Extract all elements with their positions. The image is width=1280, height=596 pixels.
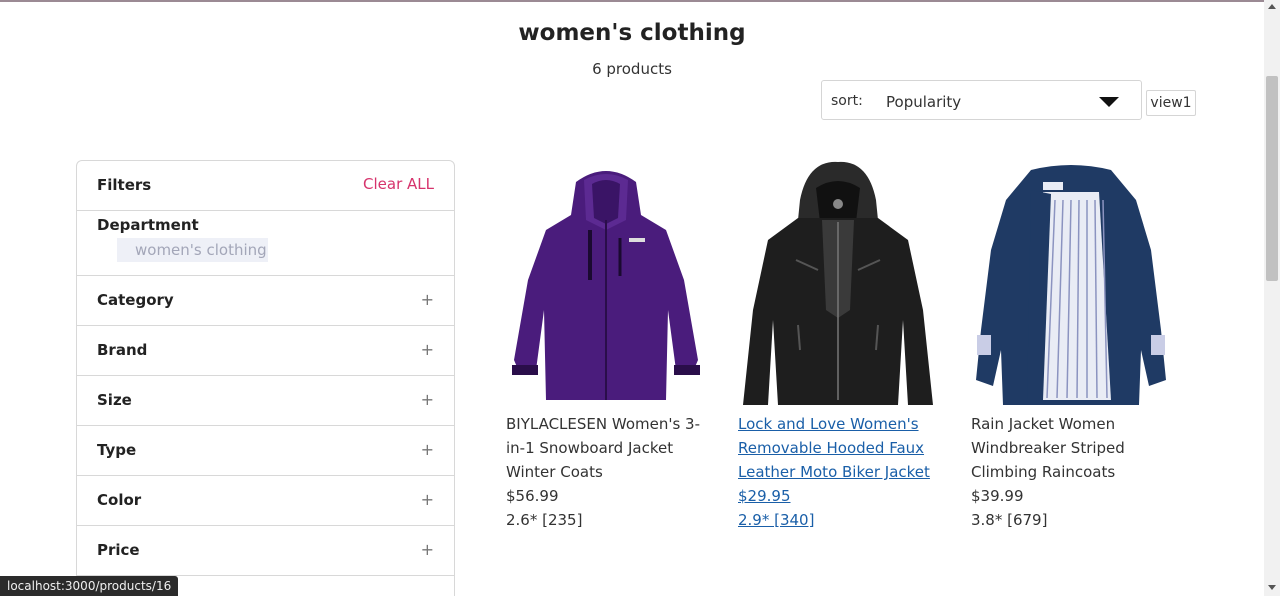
plus-icon[interactable]: + [421,540,434,559]
plus-icon[interactable]: + [421,440,434,459]
filter-size[interactable]: Size + [77,376,454,426]
scroll-thumb[interactable] [1266,76,1278,281]
filter-type[interactable]: Type + [77,426,454,476]
filter-price[interactable]: Price + [77,526,454,576]
product-name[interactable]: BIYLACLESEN Women's 3-in-1 Snowboard Jac… [506,412,706,484]
product-rating[interactable]: 2.9* [340] [738,508,938,532]
product-price: $56.99 [506,487,559,505]
status-bar-url: localhost:3000/products/16 [0,576,179,596]
black-leather-jacket-image[interactable] [738,160,938,410]
department-chip[interactable]: women's clothing [117,238,268,262]
filters-header: Filters Clear ALL [77,161,454,211]
plus-icon[interactable]: + [421,340,434,359]
product-info[interactable]: Lock and Love Women's Removable Hooded F… [738,412,938,532]
sort-dropdown[interactable]: sort: Popularity [821,80,1142,120]
filter-category[interactable]: Category + [77,276,454,326]
filter-label: Brand [97,341,148,359]
department-filter: Department women's clothing [77,211,454,276]
product-card[interactable]: Rain Jacket Women Windbreaker Striped Cl… [971,160,1171,529]
product-info[interactable]: BIYLACLESEN Women's 3-in-1 Snowboard Jac… [506,412,706,532]
product-rating: 2.6* [235] [506,511,583,529]
filter-label: Category [97,291,174,309]
product-card[interactable]: BIYLACLESEN Women's 3-in-1 Snowboard Jac… [506,160,706,529]
product-name-link[interactable]: Lock and Love Women's Removable Hooded F… [738,412,938,484]
filter-label: Price [97,541,140,559]
sort-selected-value: Popularity [886,93,962,111]
filter-color[interactable]: Color + [77,476,454,526]
navy-rain-jacket-image[interactable] [971,160,1171,410]
product-price: $39.99 [971,487,1024,505]
product-card[interactable]: Lock and Love Women's Removable Hooded F… [738,160,938,529]
top-border [0,0,1264,2]
plus-icon[interactable]: + [421,390,434,409]
chevron-down-icon [1099,97,1119,107]
filters-panel: Filters Clear ALL Department women's clo… [76,160,455,596]
plus-icon[interactable]: + [421,490,434,509]
filter-label: Color [97,491,142,509]
product-count: 6 products [592,60,672,78]
clear-all-button[interactable]: Clear ALL [363,175,434,193]
sort-label: sort: [831,93,863,109]
filter-label: Type [97,441,137,459]
product-price[interactable]: $29.95 [738,484,938,508]
view-toggle-button[interactable]: view1 [1146,90,1196,116]
purple-jacket-image[interactable] [506,160,706,410]
plus-icon[interactable]: + [421,290,434,309]
vertical-scrollbar[interactable] [1264,0,1280,596]
product-info[interactable]: Rain Jacket Women Windbreaker Striped Cl… [971,412,1171,532]
scroll-up-arrow-icon[interactable] [1268,4,1276,9]
product-rating: 3.8* [679] [971,511,1048,529]
filter-label: Size [97,391,132,409]
product-name[interactable]: Rain Jacket Women Windbreaker Striped Cl… [971,412,1171,484]
scroll-down-arrow-icon[interactable] [1268,585,1276,590]
filter-brand[interactable]: Brand + [77,326,454,376]
page-title: women's clothing [518,20,746,46]
filters-title: Filters [97,176,152,194]
department-title: Department [97,216,199,234]
